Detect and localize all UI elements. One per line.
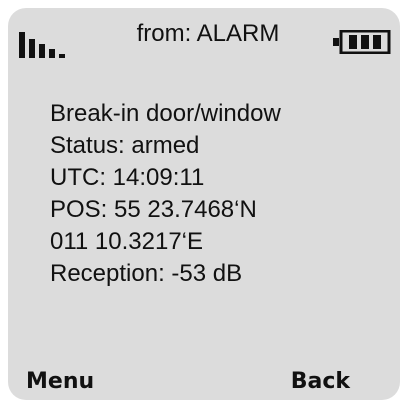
message-line-position-longitude: 011 10.3217‘E — [50, 228, 204, 255]
message-sender-title: from: ALARM — [136, 20, 280, 47]
menu-softkey[interactable]: Menu — [26, 368, 94, 396]
message-line-reception: Reception: -53 dB — [50, 260, 243, 287]
message-line-status: Status: armed — [50, 132, 200, 159]
phone-display-frame: from: ALARM Break-in door/window Status:… — [0, 0, 408, 405]
message-line-position-latitude: POS: 55 23.7468‘N — [50, 196, 257, 223]
alarm-message-body: Break-in door/window Status: armed UTC: … — [50, 98, 390, 290]
message-line-utc-time: UTC: 14:09:11 — [50, 164, 205, 191]
message-line-alarm-type: Break-in door/window — [50, 100, 281, 127]
battery-icon — [333, 30, 391, 54]
back-softkey[interactable]: Back — [291, 368, 350, 396]
phone-screen: from: ALARM Break-in door/window Status:… — [8, 8, 400, 400]
signal-strength-icon — [19, 32, 65, 58]
status-bar: from: ALARM — [8, 8, 400, 68]
